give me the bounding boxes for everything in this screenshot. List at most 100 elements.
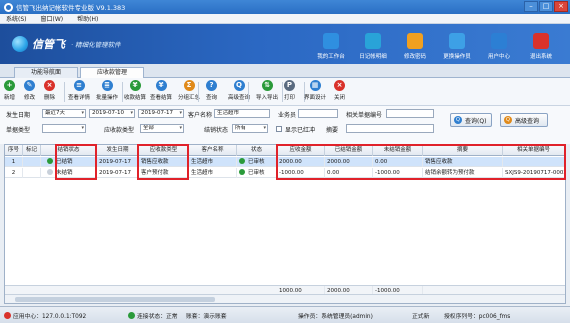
delete-icon: ×: [44, 80, 55, 91]
menu-window[interactable]: 窗口(W): [41, 14, 64, 23]
toolbar-button-label: 修改: [24, 95, 36, 101]
staff-input[interactable]: [298, 109, 338, 118]
column-header[interactable]: 相关单据编号: [503, 145, 565, 156]
toolbar-button-10[interactable]: ⇅ 导入导出: [256, 80, 278, 104]
search-icon: Q: [454, 116, 462, 124]
brand-logo: 信管飞 · 精细化管理软件: [12, 36, 121, 52]
maximize-button[interactable]: □: [539, 1, 553, 12]
column-header[interactable]: 未结销金额: [373, 145, 423, 156]
column-header[interactable]: 已结销金额: [325, 145, 373, 156]
horizontal-scrollbar[interactable]: [5, 294, 565, 303]
toolbar-button-8[interactable]: ? 查询: [206, 80, 217, 104]
toolbar-button-4[interactable]: ≣ 批量操作: [96, 80, 118, 104]
status-text: 已审核: [248, 159, 265, 165]
menu-help[interactable]: 帮助(H): [77, 14, 98, 23]
toolbar-button-13[interactable]: × 关闭: [334, 80, 345, 104]
column-header[interactable]: 应收款类型: [139, 145, 189, 156]
toolbar-button-0[interactable]: + 新增: [4, 80, 15, 104]
summary-input[interactable]: [346, 124, 434, 133]
tab-receivables[interactable]: 应收款管理: [80, 67, 144, 78]
show-red-checkbox[interactable]: [276, 126, 282, 132]
power-icon: [533, 33, 549, 49]
cell-type: 销售应收款: [139, 157, 189, 167]
quick-action-0[interactable]: 我的工作台: [310, 26, 352, 62]
quick-action-label: 退出系统: [529, 54, 552, 60]
close-window-button[interactable]: ×: [554, 1, 568, 12]
cell-summary: 销售应收款: [423, 157, 503, 167]
quick-action-5[interactable]: 退出系统: [520, 26, 562, 62]
cell-status: 已审核: [237, 168, 277, 178]
date-label: 发生日期: [6, 112, 31, 119]
connection-status: 连接状态：正常: [128, 311, 178, 320]
toolbar-button-label: 打印: [284, 95, 296, 101]
menu-bar: 系统(S) 窗口(W) 帮助(H): [0, 14, 570, 24]
toolbar-button-5[interactable]: ¥ 收款结算: [124, 80, 146, 104]
ar-type-select[interactable]: 全部: [140, 124, 184, 133]
print-icon: P: [284, 80, 295, 91]
cell-settled: 2000.00: [325, 157, 373, 167]
connection-text: 连接状态：正常: [137, 314, 178, 320]
advanced-search-icon: Q: [504, 116, 512, 124]
settle-view-icon: ¥: [155, 80, 167, 91]
scrollbar-thumb[interactable]: [15, 297, 215, 302]
toolbar-button-7[interactable]: Σ 分组汇总: [178, 80, 200, 104]
toolbar-button-label: 界面设计: [304, 95, 327, 101]
quick-action-1[interactable]: 日记帐明细: [352, 26, 394, 62]
cell-customer: 生活超市: [189, 157, 237, 167]
table-row[interactable]: 2 未结销 2019-07-17 客户预付款 生活超市 已审核 -1000.00 0.00 -1…: [5, 168, 565, 178]
tab-function-nav[interactable]: 功能导航面: [14, 67, 78, 78]
toolbar-button-1[interactable]: ✎ 修改: [24, 80, 35, 104]
quick-action-4[interactable]: 用户中心: [478, 26, 520, 62]
window-controls: – □ ×: [524, 1, 568, 12]
related-no-input[interactable]: [386, 109, 434, 118]
filter-panel: 发生日期 最近7天 2019-07-10 2019-07-17 客户名称 生活超…: [0, 106, 570, 144]
date-from-input[interactable]: 2019-07-10: [89, 109, 135, 118]
column-header[interactable]: 应收金额: [277, 145, 325, 156]
cell-date: 2019-07-17: [97, 157, 139, 167]
tab-strip: 功能导航面 应收款管理: [0, 64, 570, 78]
column-header[interactable]: 客户名称: [189, 145, 237, 156]
staff-label: 业务员: [278, 112, 297, 119]
column-header[interactable]: 摘要: [423, 145, 503, 156]
toolbar-button-2[interactable]: × 删除: [44, 80, 55, 104]
toolbar-button-3[interactable]: ≡ 查看详情: [68, 80, 90, 104]
column-header[interactable]: 序号: [5, 145, 23, 156]
toolbar-button-9[interactable]: Q 高级查询: [228, 80, 250, 104]
cell-mark: [23, 157, 41, 167]
cell-unsettled: -1000.00: [373, 168, 423, 178]
cell-related: [503, 157, 565, 167]
doc-type-select[interactable]: [42, 124, 86, 133]
query-button[interactable]: Q 查询(Q): [450, 113, 492, 127]
query-button-label: 查询(Q): [465, 117, 487, 125]
summary-label: 摘要: [326, 127, 339, 134]
query-icon: ?: [206, 80, 217, 91]
settle-status-label: 结销状态: [204, 127, 229, 134]
customer-input[interactable]: 生活超市: [214, 109, 270, 118]
toolbar-button-6[interactable]: ¥ 查看结算: [150, 80, 172, 104]
toolbar-button-11[interactable]: P 打印: [284, 80, 295, 104]
quick-action-3[interactable]: 更换操作员: [436, 26, 478, 62]
edit-icon: ✎: [24, 80, 35, 91]
quick-action-2[interactable]: 修改密码: [394, 26, 436, 62]
date-to-input[interactable]: 2019-07-17: [138, 109, 184, 118]
quick-action-label: 更换操作员: [443, 54, 471, 60]
batch-icon: ≣: [101, 80, 113, 91]
advanced-query-button[interactable]: Q 高级查询: [500, 113, 548, 127]
column-header[interactable]: 结销状态: [41, 145, 97, 156]
window-title: 信管飞出纳记帐软件专业版 V9.1.383: [16, 4, 126, 12]
column-header[interactable]: 发生日期: [97, 145, 139, 156]
approved-icon: [239, 169, 245, 175]
date-range-select[interactable]: 最近7天: [42, 109, 86, 118]
menu-system[interactable]: 系统(S): [6, 14, 27, 23]
column-header[interactable]: 标记: [23, 145, 41, 156]
app-logo-icon: [4, 2, 13, 12]
minimize-button[interactable]: –: [524, 1, 538, 12]
toolbar-button-label: 分组汇总: [178, 95, 201, 101]
cell-customer: 生活超市: [189, 168, 237, 178]
ledger-icon: [365, 33, 381, 49]
toolbar-button-12[interactable]: ▦ 界面设计: [304, 80, 326, 104]
toolbar-separator: [248, 82, 249, 102]
column-header[interactable]: 状态: [237, 145, 277, 156]
settle-status-select[interactable]: 所有: [232, 124, 268, 133]
table-row[interactable]: 1 已结销 2019-07-17 销售应收款 生活超市 已审核 2000.00 2000.00…: [5, 157, 565, 167]
